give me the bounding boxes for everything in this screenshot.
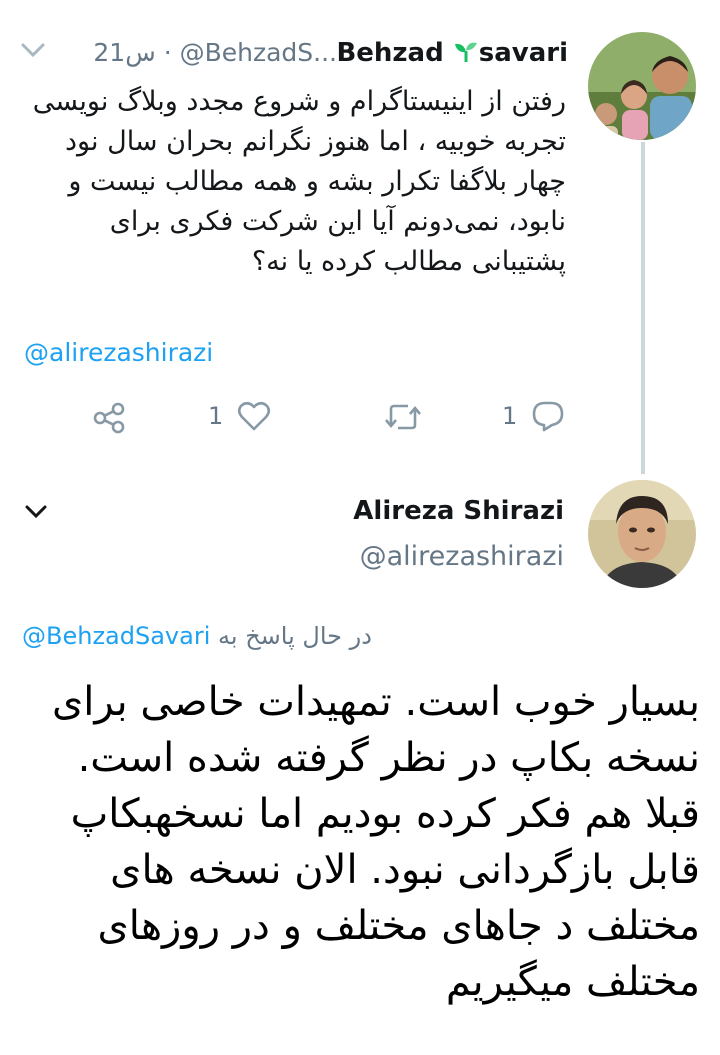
like-button[interactable]: 1 [208, 400, 271, 432]
tweet1-meta: 21س · @BehzadS... [93, 38, 337, 67]
replying-to-handle[interactable]: @BehzadSavari [22, 622, 210, 650]
sprout-emoji-icon [453, 40, 479, 70]
share-button[interactable] [92, 402, 126, 434]
share-icon [92, 402, 126, 434]
thread-line [641, 142, 645, 474]
tweet1-time: 21س [93, 38, 156, 67]
tweet1-separator: · [163, 38, 172, 67]
tweet2-text: بسیار خوب است. تمهیدات خاصی برای نسخه بک… [51, 679, 700, 1005]
tweet1-display-name: Behzad [336, 38, 444, 68]
chevron-down-icon[interactable] [20, 42, 46, 58]
chevron-down-icon[interactable] [24, 504, 48, 520]
tweet1-handle[interactable]: @BehzadS... [180, 38, 337, 67]
like-count: 1 [208, 402, 224, 430]
reply-icon [531, 400, 565, 432]
tweet1-mention-link[interactable]: @alirezashirazi [24, 338, 213, 367]
reply-button[interactable]: 1 [502, 400, 565, 432]
retweet-button[interactable] [384, 402, 422, 432]
heart-icon [237, 400, 271, 432]
tweet1-name-suffix: savari [478, 38, 568, 68]
tweet1-author-name[interactable]: Behzad savari [336, 38, 568, 70]
behzad-avatar[interactable] [588, 32, 696, 140]
reply-count: 1 [502, 402, 518, 430]
replying-to-line: @BehzadSavari در حال پاسخ به [22, 622, 372, 650]
tweet1-text: رفتن از اینیستاگرام و شروع مجدد وبلاگ نو… [32, 86, 566, 277]
alireza-avatar[interactable] [588, 480, 696, 588]
tweet2-display-name[interactable]: Alireza Shirazi [353, 496, 564, 526]
replying-to-prefix: در حال پاسخ به [218, 622, 372, 650]
retweet-icon [384, 402, 422, 432]
tweet2-handle[interactable]: @alirezashirazi [360, 541, 564, 572]
